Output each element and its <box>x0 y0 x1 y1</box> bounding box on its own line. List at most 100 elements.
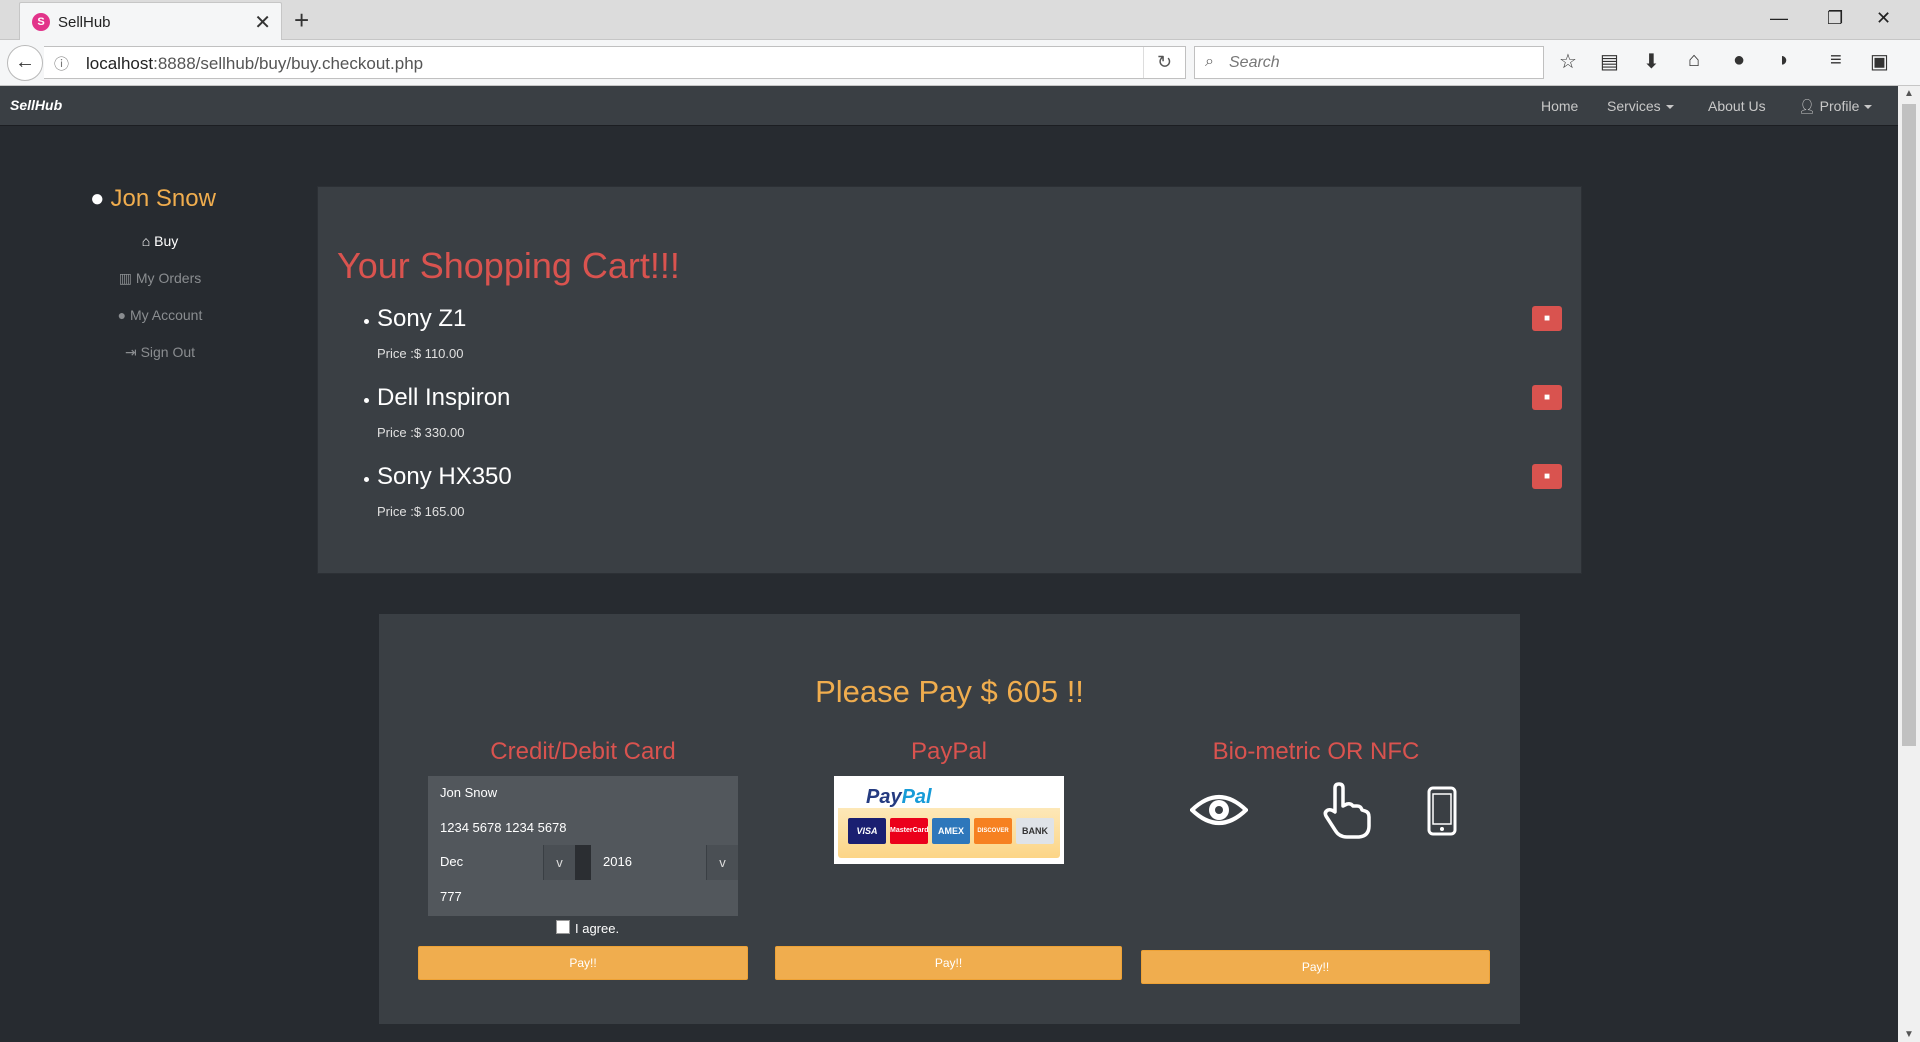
nav-services[interactable]: Services <box>1607 98 1674 114</box>
sidebar-item-account[interactable]: ● My Account <box>90 307 230 323</box>
sidebar-item-label: My Orders <box>135 270 202 286</box>
sign-out-icon: ⇥ <box>124 344 137 360</box>
paypal-pay-button[interactable]: Pay!! <box>775 946 1122 980</box>
cart-item: Dell Inspiron Price :$ 330.00 ■ <box>318 384 1583 470</box>
trash-icon: ■ <box>1543 392 1551 403</box>
cart-item: Sony Z1 Price :$ 110.00 ■ <box>318 305 1583 391</box>
home-icon: ⌂ <box>141 233 151 249</box>
expiry-month-value: Dec <box>440 854 464 869</box>
cart-item-price: Price :$ 165.00 <box>377 504 465 519</box>
search-placeholder: Search <box>1229 54 1280 71</box>
payment-total: Please Pay $ 605 !! <box>815 674 1084 709</box>
agree-label: I agree. <box>575 921 620 936</box>
restore-icon[interactable]: ❐ <box>1827 8 1843 29</box>
amex-logo: AMEX <box>932 818 970 844</box>
scroll-thumb[interactable] <box>1902 104 1916 746</box>
scroll-down-arrow-icon[interactable]: ▼ <box>1904 1029 1914 1040</box>
scroll-up-arrow-icon[interactable]: ▲ <box>1904 88 1914 99</box>
brand-logo[interactable]: SellHub <box>10 97 62 113</box>
delete-item-button[interactable]: ■ <box>1532 385 1562 410</box>
delete-item-button[interactable]: ■ <box>1532 464 1562 489</box>
search-input[interactable]: ⌕ Search <box>1194 46 1544 79</box>
shopping-cart-panel: Your Shopping Cart!!! Sony Z1 Price :$ 1… <box>317 186 1582 574</box>
user-name-label: Jon Snow <box>110 185 216 212</box>
extension-icon[interactable]: ▣ <box>1870 49 1889 74</box>
browser-tab-strip: S SellHub ✕ + — ❐ ✕ <box>0 0 1920 40</box>
cart-item-price: Price :$ 330.00 <box>377 425 465 440</box>
sidebar-user-name: ● Jon Snow <box>90 185 216 213</box>
delete-item-button[interactable]: ■ <box>1532 306 1562 331</box>
cart-item-price: Price :$ 110.00 <box>377 346 464 361</box>
sidebar-item-signout[interactable]: ⇥ Sign Out <box>90 344 230 361</box>
bookmark-star-icon[interactable]: ☆ <box>1559 49 1577 74</box>
card-pay-button[interactable]: Pay!! <box>418 946 748 980</box>
nav-profile[interactable]: 👤︎ Profile <box>1798 98 1873 115</box>
nav-profile-label: Profile <box>1819 98 1860 114</box>
expiry-year-select[interactable]: 2016 v <box>591 845 738 880</box>
back-button[interactable]: ← <box>7 45 43 81</box>
nav-services-label: Services <box>1607 98 1661 114</box>
cart-item: Sony HX350 Price :$ 165.00 ■ <box>318 463 1583 549</box>
mastercard-logo: MasterCard <box>890 818 929 844</box>
tab-title: SellHub <box>58 14 111 31</box>
close-tab-icon[interactable]: ✕ <box>254 10 271 35</box>
info-icon[interactable]: ⓘ <box>54 53 69 74</box>
library-icon[interactable]: ▤ <box>1600 49 1619 74</box>
cvv-field[interactable]: 777 <box>440 889 462 904</box>
sidebar-item-orders[interactable]: ▥ My Orders <box>90 270 230 287</box>
touch-icon[interactable] <box>1321 782 1373 840</box>
cart-item-name: Sony HX350 <box>377 463 512 490</box>
home-icon[interactable]: ⌂ <box>1688 49 1700 72</box>
agree-checkbox[interactable] <box>556 920 570 934</box>
search-icon: ⌕ <box>1205 53 1214 70</box>
select-divider <box>575 845 591 880</box>
nav-home[interactable]: Home <box>1541 98 1578 114</box>
page-scrollbar[interactable]: ▲ ▼ <box>1898 86 1920 1042</box>
chat-icon[interactable]: ● <box>1733 49 1745 72</box>
cart-title: Your Shopping Cart!!! <box>337 245 680 286</box>
paypal-logo[interactable]: PayPal VISA MasterCard AMEX DISCOVER BAN… <box>834 776 1064 864</box>
bio-method-title: Bio-metric OR NFC <box>1212 738 1420 765</box>
paypal-logo-inner: PayPal VISA MasterCard AMEX DISCOVER BAN… <box>838 780 1060 858</box>
sidebar-item-buy[interactable]: ⌂ Buy <box>90 233 230 249</box>
minimize-icon[interactable]: — <box>1770 8 1788 29</box>
phone-icon[interactable] <box>1427 786 1457 836</box>
bullet-icon <box>364 477 369 482</box>
bank-logo: BANK <box>1016 818 1054 844</box>
url-bar[interactable]: ⓘ localhost:8888/sellhub/buy/buy.checkou… <box>44 46 1186 79</box>
card-number-field[interactable]: 1234 5678 1234 5678 <box>440 820 567 835</box>
browser-tab[interactable]: S SellHub ✕ <box>19 2 282 40</box>
chevron-down-icon <box>1864 105 1873 110</box>
chevron-down-icon <box>1665 105 1674 110</box>
basket-icon: ▥ <box>118 270 132 286</box>
chevron-down-icon: v <box>543 845 575 880</box>
pocket-icon[interactable]: ◗ <box>1778 49 1790 72</box>
expiry-month-select[interactable]: Dec v <box>428 845 575 880</box>
chevron-down-icon: v <box>706 845 738 880</box>
new-tab-icon[interactable]: + <box>294 5 309 36</box>
visa-logo: VISA <box>848 818 886 844</box>
discover-logo: DISCOVER <box>974 818 1012 844</box>
trash-icon: ■ <box>1543 471 1551 482</box>
sidebar-item-label: Sign Out <box>140 344 196 360</box>
agree-checkbox-row[interactable]: I agree. <box>556 920 619 936</box>
card-method-title: Credit/Debit Card <box>490 738 676 765</box>
bullet-icon <box>364 398 369 403</box>
close-window-icon[interactable]: ✕ <box>1876 8 1891 29</box>
paypal-method-title: PayPal <box>910 738 988 765</box>
bullet-icon <box>364 319 369 324</box>
expiry-year-value: 2016 <box>603 854 632 869</box>
bio-pay-button[interactable]: Pay!! <box>1141 950 1490 984</box>
trash-icon: ■ <box>1543 313 1551 324</box>
browser-toolbar: ⓘ localhost:8888/sellhub/buy/buy.checkou… <box>0 40 1920 86</box>
sidebar-item-label: My Account <box>129 307 203 323</box>
nav-about[interactable]: About Us <box>1708 98 1766 114</box>
reload-icon[interactable]: ↻ <box>1143 47 1185 78</box>
menu-icon[interactable]: ≡ <box>1830 49 1842 72</box>
eye-icon[interactable] <box>1190 790 1248 830</box>
cardholder-name-field[interactable]: Jon Snow <box>440 785 497 800</box>
url-text[interactable]: localhost:8888/sellhub/buy/buy.checkout.… <box>86 54 423 74</box>
download-icon[interactable]: ⬇ <box>1643 49 1660 74</box>
cart-item-name: Sony Z1 <box>377 305 467 332</box>
payment-panel: Please Pay $ 605 !! Credit/Debit Card Jo… <box>379 614 1520 1024</box>
